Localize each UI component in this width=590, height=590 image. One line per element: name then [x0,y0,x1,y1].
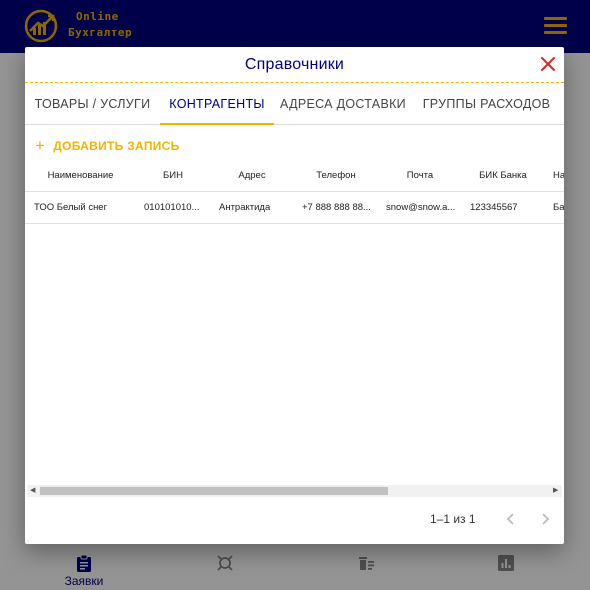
table-cell: 010101010... [144,202,200,213]
table-row[interactable]: ТОО Белый снег 010101010... Антрактида +… [25,192,564,224]
plus-icon: + [35,136,46,155]
chevron-right-icon[interactable] [537,511,553,527]
references-dialog: Справочники ТОВАРЫ / УСЛУГИ КОНТРАГЕНТЫ … [25,47,564,544]
add-record-button[interactable]: + ДОБАВИТЬ ЗАПИСЬ [35,137,180,155]
column-header[interactable]: Наименование [39,160,122,192]
scroll-left-icon[interactable]: ◀ [30,487,35,495]
tab-expense-groups[interactable]: ГРУППЫ РАСХОДОВ [421,83,552,125]
tab-delivery-addresses[interactable]: АДРЕСА ДОСТАВКИ [278,83,408,125]
tab-goods-services[interactable]: ТОВАРЫ / УСЛУГИ [29,83,156,125]
column-header[interactable]: БИН [143,160,203,192]
counterparties-table: Наименование БИН Адрес Телефон Почта БИК… [25,160,564,480]
tab-bar: ТОВАРЫ / УСЛУГИ КОНТРАГЕНТЫ АДРЕСА ДОСТА… [25,83,564,125]
chevron-left-icon[interactable] [503,511,519,527]
column-header[interactable]: Почта [385,160,455,192]
table-cell: +7 888 888 88... [302,202,371,213]
scroll-right-icon[interactable]: ▶ [553,487,558,495]
pagination: 1–1 из 1 [25,509,564,531]
dialog-title: Справочники [244,56,345,73]
column-header[interactable]: На [553,160,564,192]
column-header[interactable]: Телефон [297,160,375,192]
table-cell: Ба [553,202,564,213]
table-cell: 123345567 [470,202,518,213]
close-icon[interactable] [539,55,557,73]
horizontal-scrollbar[interactable]: ◀ ▶ [27,485,562,497]
scrollbar-thumb[interactable] [40,487,388,495]
table-cell: Антрактида [219,202,271,213]
column-header[interactable]: БИК Банка [473,160,533,192]
add-record-label: ДОБАВИТЬ ЗАПИСЬ [53,139,180,153]
table-cell: ТОО Белый снег [34,202,108,213]
column-header[interactable]: Адрес [221,160,283,192]
table-header: Наименование БИН Адрес Телефон Почта БИК… [25,160,564,192]
dialog-header: Справочники [25,47,564,83]
tab-counterparties[interactable]: КОНТРАГЕНТЫ [160,83,274,125]
page-info: 1–1 из 1 [430,512,476,526]
table-cell: snow@snow.a... [386,202,456,213]
